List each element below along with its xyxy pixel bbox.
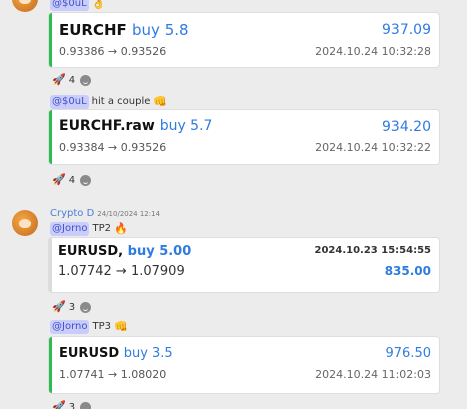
arrow-right-icon: → <box>108 141 118 154</box>
entry-price: 1.07742 <box>58 264 112 279</box>
message-author: Crypto D 24/10/2024 12:14 <box>50 208 160 219</box>
arrow-right-icon: → <box>108 45 118 58</box>
avatar-face <box>19 0 31 4</box>
trade-card-3: EURUSD, buy 5.00 2024.10.23 15:54:55 1.0… <box>49 238 439 292</box>
trade-pair: EURUSD, buy 5.00 <box>58 244 191 259</box>
message-timestamp: 24/10/2024 12:14 <box>97 210 161 218</box>
trade-prices: 0.93386 → 0.93526 <box>59 45 166 58</box>
smiley-icon[interactable] <box>80 74 92 86</box>
trade-pair: EURCHF.raw buy 5.7 <box>59 118 212 134</box>
rocket-icon: 🚀 <box>52 400 66 409</box>
message-text: TP3 <box>92 321 111 332</box>
username[interactable]: Crypto D <box>50 208 94 219</box>
message-4-header: @Jorno TP3 👊 <box>50 320 128 334</box>
exit-price: 0.93526 <box>120 141 167 154</box>
rocket-icon: 🚀 <box>52 73 66 86</box>
trade-card-4: EURUSD buy 3.5 976.50 1.07741 → 1.08020 … <box>49 337 439 393</box>
trade-side: buy 5.00 <box>127 244 192 259</box>
message-1-header: @$0uL 👌 <box>50 0 105 11</box>
trade-prices: 1.07742 → 1.07909 <box>58 264 185 279</box>
reaction-count: 4 <box>68 174 76 186</box>
reaction-button[interactable]: 🚀 4 <box>52 73 75 87</box>
trade-profit: 976.50 <box>385 346 432 361</box>
trade-profit: 934.20 <box>382 119 431 135</box>
trade-side: buy 3.5 <box>123 346 173 361</box>
reaction-count: 3 <box>68 301 76 313</box>
exit-price: 0.93526 <box>120 45 167 58</box>
trade-card-2: EURCHF.raw buy 5.7 934.20 0.93384 → 0.93… <box>49 110 439 164</box>
smiley-icon[interactable] <box>80 301 92 313</box>
entry-price: 1.07741 <box>59 368 105 381</box>
trade-pair: EURUSD buy 3.5 <box>59 346 173 361</box>
arrow-right-icon: → <box>115 264 127 279</box>
fist-emoji-icon: 👊 <box>153 95 168 108</box>
ok-hand-emoji-icon: 👌 <box>91 0 106 10</box>
pair-symbol: EURCHF <box>59 21 127 39</box>
user-avatar[interactable] <box>12 210 38 236</box>
entry-price: 0.93386 <box>59 45 105 58</box>
mention-user[interactable]: @$0uL <box>50 0 89 11</box>
reaction-row-2: 🚀 4 <box>52 172 92 188</box>
reaction-row-1: 🚀 4 <box>52 72 92 88</box>
reaction-row-3: 🚀 3 <box>52 299 92 315</box>
reaction-row-4: 🚀 3 <box>52 399 92 409</box>
rocket-icon: 🚀 <box>52 300 66 313</box>
arrow-right-icon: → <box>108 368 118 381</box>
fist-emoji-icon: 👊 <box>113 320 128 333</box>
trade-prices: 1.07741 → 1.08020 <box>59 368 166 381</box>
rocket-icon: 🚀 <box>52 173 66 186</box>
fire-emoji-icon: 🔥 <box>113 222 128 235</box>
trade-profit: 937.09 <box>382 22 431 38</box>
smiley-icon[interactable] <box>80 401 92 409</box>
pair-symbol: EURUSD <box>59 346 120 361</box>
trade-side: buy 5.7 <box>159 118 213 134</box>
mention-user[interactable]: @Jorno <box>50 320 90 334</box>
trade-card-1: EURCHF buy 5.8 937.09 0.93386 → 0.93526 … <box>49 13 439 67</box>
mention-user[interactable]: @$0uL <box>50 95 89 109</box>
pair-symbol: EURUSD, <box>58 244 124 259</box>
trade-profit: 835.00 <box>384 264 431 278</box>
smiley-icon[interactable] <box>80 174 92 186</box>
trade-date: 2024.10.24 10:32:22 <box>315 141 431 154</box>
entry-price: 0.93384 <box>59 141 105 154</box>
user-avatar[interactable] <box>12 0 38 12</box>
exit-price: 1.08020 <box>120 368 167 381</box>
mention-user[interactable]: @Jorno <box>50 222 90 236</box>
message-3-header: @Jorno TP2 🔥 <box>50 222 128 236</box>
trade-date: 2024.10.24 11:02:03 <box>315 368 431 381</box>
pair-symbol: EURCHF.raw <box>59 118 155 134</box>
reaction-button[interactable]: 🚀 3 <box>52 400 75 409</box>
trade-side: buy 5.8 <box>132 21 189 39</box>
message-text: hit a couple <box>91 96 151 107</box>
trade-date: 2024.10.24 10:32:28 <box>315 45 431 58</box>
message-text: TP2 <box>92 223 111 234</box>
reaction-button[interactable]: 🚀 4 <box>52 173 75 187</box>
exit-price: 1.07909 <box>130 264 185 279</box>
message-2-header: @$0uL hit a couple 👊 <box>50 95 167 109</box>
trade-date: 2024.10.23 15:54:55 <box>314 245 432 256</box>
avatar-face <box>19 219 31 228</box>
trade-prices: 0.93384 → 0.93526 <box>59 141 166 154</box>
reaction-count: 3 <box>68 401 76 409</box>
trade-pair: EURCHF buy 5.8 <box>59 21 189 39</box>
reaction-count: 4 <box>68 74 76 86</box>
reaction-button[interactable]: 🚀 3 <box>52 300 75 314</box>
